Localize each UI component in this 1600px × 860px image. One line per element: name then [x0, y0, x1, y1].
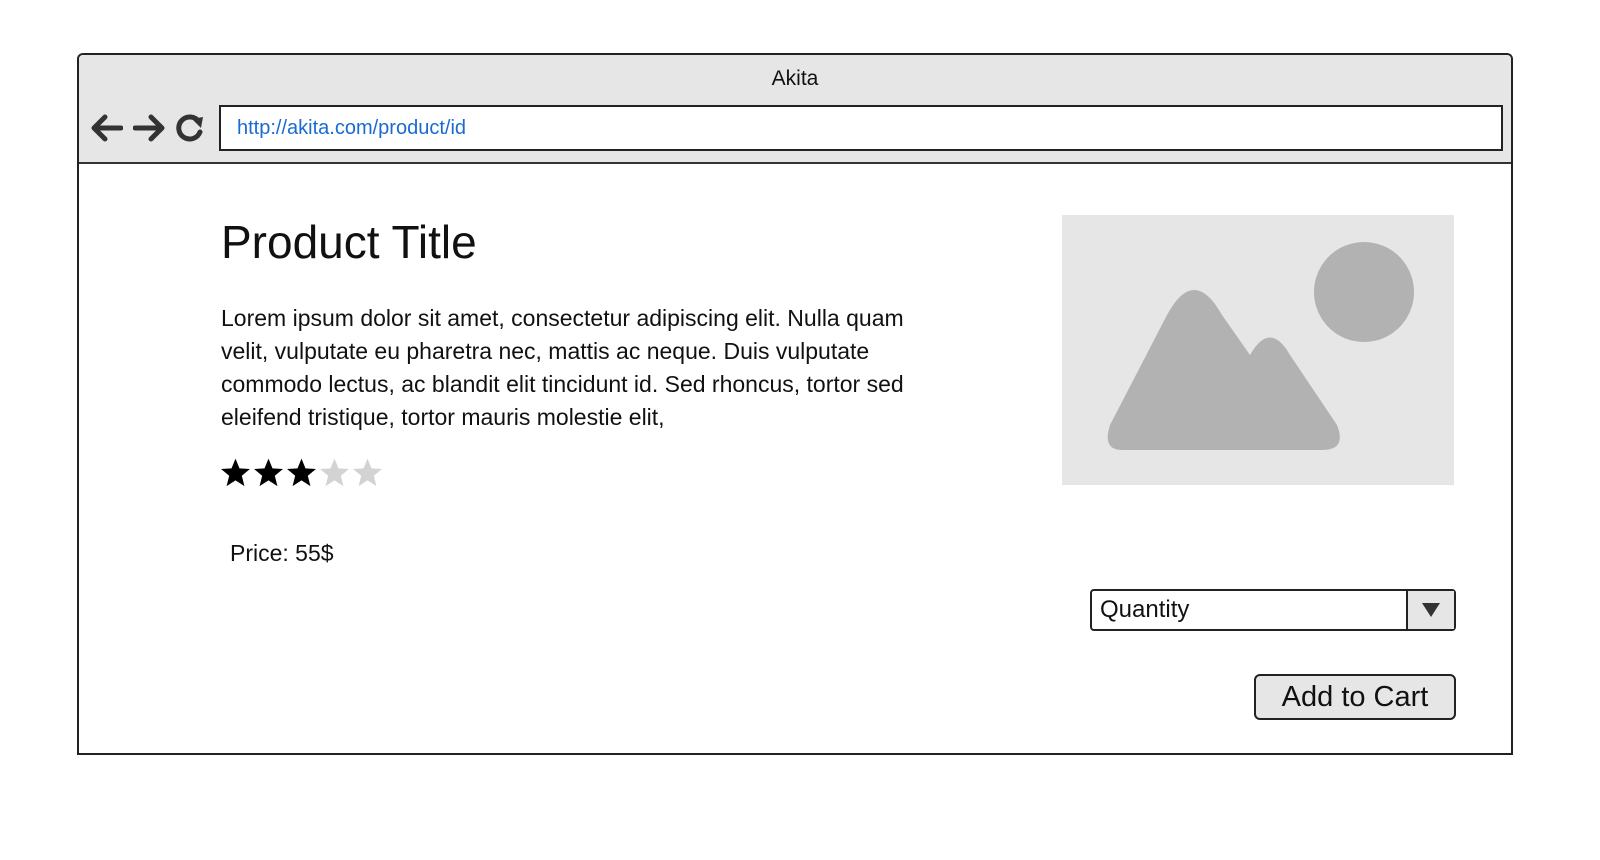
back-button[interactable]: [90, 111, 124, 145]
mountain-shape: [1107, 290, 1340, 450]
image-placeholder-icon: [1107, 242, 1414, 450]
chevron-down-icon: [1422, 603, 1440, 617]
star-shape: [353, 458, 382, 487]
sun-shape: [1314, 242, 1414, 342]
quantity-dropdown-button[interactable]: [1406, 591, 1454, 629]
forward-button[interactable]: [132, 111, 166, 145]
quantity-label: Quantity: [1100, 596, 1190, 623]
star-icon: [254, 458, 283, 487]
star-icon: [221, 458, 250, 487]
browser-toolbar: Akita: [79, 55, 1511, 164]
star-icon: [320, 458, 349, 487]
star-shape: [221, 458, 250, 487]
product-price: Price: 55$: [230, 540, 334, 566]
url-input[interactable]: [219, 105, 1503, 151]
star-shape: [320, 458, 349, 487]
reload-button[interactable]: [173, 111, 207, 145]
add-to-cart-button[interactable]: Add to Cart: [1254, 674, 1456, 720]
star-shape: [254, 458, 283, 487]
window-title: Akita: [771, 67, 819, 90]
product-image: [1062, 215, 1454, 485]
star-rating[interactable]: [219, 455, 384, 491]
arrow-left-icon: [91, 114, 123, 142]
browser-window: Akita Product Title Lorem ipsum dolor si…: [77, 53, 1513, 755]
star-icon: [287, 458, 316, 487]
product-title: Product Title: [221, 216, 477, 268]
reload-icon: [176, 114, 203, 142]
arrow-right-icon: [133, 114, 165, 142]
star-icon: [353, 458, 382, 487]
product-description: Lorem ipsum dolor sit amet, consectetur …: [221, 305, 904, 430]
star-shape: [287, 458, 316, 487]
quantity-select[interactable]: Quantity: [1090, 589, 1456, 631]
